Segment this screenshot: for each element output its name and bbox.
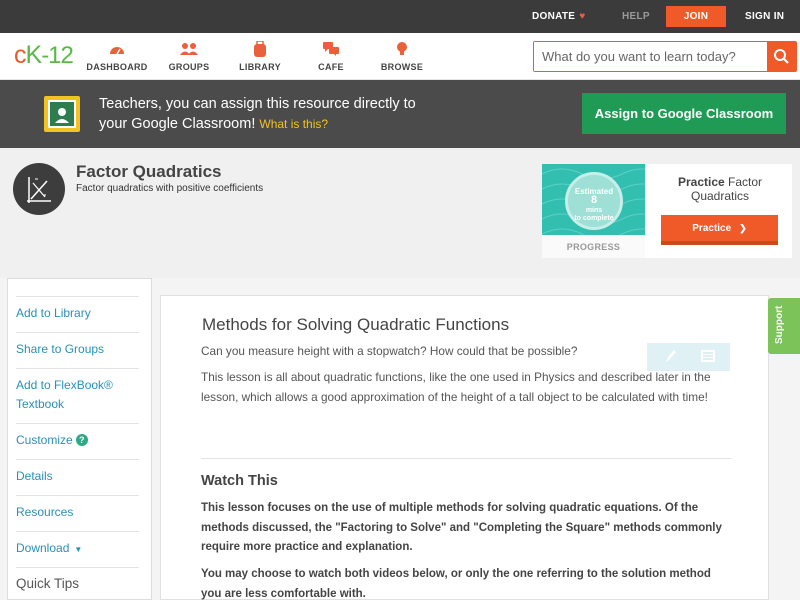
- nav-groups-label: GROUPS: [168, 62, 210, 72]
- nav-dashboard-label: DASHBOARD: [86, 62, 148, 72]
- concept-subtitle: Factor quadratics with positive coeffici…: [76, 183, 264, 194]
- search-icon: [774, 49, 789, 64]
- download-label: Download: [16, 541, 70, 555]
- search-box: [533, 41, 797, 72]
- nav-cafe-label: CAFE: [318, 62, 344, 72]
- sidebar-divider: [16, 531, 139, 532]
- graph-icon: [13, 163, 65, 215]
- sidebar-divider: [16, 368, 139, 369]
- ck12-logo[interactable]: cK-12: [14, 41, 74, 70]
- sidebar-item-customize[interactable]: Customize?: [16, 431, 88, 450]
- sign-in-link[interactable]: SIGN IN: [745, 0, 784, 33]
- practice-button[interactable]: Practice ❯: [661, 215, 778, 245]
- sidebar-item-share-to-groups[interactable]: Share to Groups: [16, 340, 104, 359]
- nav-browse-label: BROWSE: [380, 62, 424, 72]
- quick-tips-heading[interactable]: Quick Tips: [16, 576, 79, 591]
- nav-cafe[interactable]: CAFE: [296, 41, 366, 72]
- google-classroom-icon: [44, 96, 80, 132]
- lesson-title: Methods for Solving Quadratic Functions: [202, 315, 510, 334]
- classroom-board: [48, 100, 76, 128]
- estimated-to-complete: to complete: [574, 215, 614, 222]
- nav-dashboard[interactable]: DASHBOARD: [82, 41, 152, 72]
- chevron-right-icon: ❯: [739, 223, 747, 233]
- sidebar-item-resources[interactable]: Resources: [16, 503, 73, 522]
- practice-title: Practice Factor Quadratics: [660, 175, 780, 203]
- sidebar-item-add-to-library[interactable]: Add to Library: [16, 304, 91, 323]
- sidebar-divider: [16, 567, 139, 568]
- chat-bubbles-icon: [323, 42, 339, 56]
- customize-label: Customize: [16, 433, 73, 447]
- support-label: Support: [774, 305, 785, 344]
- nav-library[interactable]: LIBRARY: [225, 41, 295, 72]
- caret-down-icon: ▼: [74, 545, 83, 554]
- concept-title: Factor Quadratics: [76, 162, 222, 181]
- lightbulb-icon: [397, 42, 407, 55]
- what-is-this-link[interactable]: What is this?: [259, 117, 328, 131]
- classroom-text-line2: your Google Classroom!: [99, 116, 256, 132]
- classroom-text-line1: Teachers, you can assign this resource d…: [99, 96, 416, 112]
- join-button[interactable]: JOIN: [666, 6, 726, 27]
- sidebar-item-details[interactable]: Details: [16, 467, 53, 486]
- logo-c: c: [14, 41, 26, 69]
- donate-link[interactable]: DONATE ♥: [532, 0, 586, 33]
- sidebar-divider: [16, 296, 139, 297]
- section-divider: [201, 458, 731, 459]
- practice-button-label: Practice: [692, 223, 732, 234]
- practice-title-bold: Practice: [677, 175, 725, 189]
- support-tab[interactable]: Support: [768, 298, 800, 354]
- lesson-intro-question: Can you measure height with a stopwatch?…: [201, 344, 578, 358]
- gauge-icon: [110, 47, 124, 55]
- sidebar-divider: [16, 423, 139, 424]
- estimated-time-badge: Estimated 8 mins to complete: [565, 172, 623, 230]
- logo-number: -12: [41, 42, 74, 69]
- nav-library-label: LIBRARY: [239, 62, 281, 72]
- sidebar-item-download[interactable]: Download ▼: [16, 539, 82, 559]
- main-navbar: cK-12 DASHBOARD GROUPS LIBRARY CAFE BROW…: [0, 33, 800, 80]
- sidebar-item-add-to-flexbook[interactable]: Add to FlexBook® Textbook: [16, 376, 113, 414]
- donate-label: DONATE: [532, 11, 576, 22]
- people-icon: [180, 43, 198, 55]
- sidebar-divider: [16, 495, 139, 496]
- search-input[interactable]: [534, 42, 768, 71]
- top-utility-bar: DONATE ♥ HELP JOIN SIGN IN: [0, 0, 800, 33]
- watch-this-paragraph: This lesson focuses on the use of multip…: [201, 502, 722, 553]
- progress-label: PROGRESS: [566, 242, 621, 252]
- watch-choice-paragraph: You may choose to watch both videos belo…: [201, 568, 711, 600]
- nav-browse[interactable]: BROWSE: [367, 41, 437, 72]
- watch-this-heading: Watch This: [201, 473, 278, 489]
- sidebar-divider: [16, 459, 139, 460]
- search-button[interactable]: [767, 42, 796, 71]
- heart-icon: ♥: [579, 11, 586, 22]
- logo-k: K: [25, 41, 43, 69]
- help-link[interactable]: HELP: [622, 0, 650, 33]
- backpack-icon: [254, 41, 266, 57]
- help-icon[interactable]: ?: [75, 434, 88, 446]
- nav-groups[interactable]: GROUPS: [154, 41, 224, 72]
- add-to-flexbook-label: Add to FlexBook®: [16, 378, 113, 392]
- person-icon: [55, 108, 69, 123]
- assign-to-classroom-button[interactable]: Assign to Google Classroom: [582, 93, 786, 134]
- classroom-banner-text: Teachers, you can assign this resource d…: [99, 94, 479, 134]
- textbook-label: Textbook: [16, 397, 65, 411]
- sidebar-divider: [16, 332, 139, 333]
- estimated-minutes: 8: [590, 194, 598, 206]
- lesson-intro-paragraph: This lesson is all about quadratic funct…: [201, 370, 711, 404]
